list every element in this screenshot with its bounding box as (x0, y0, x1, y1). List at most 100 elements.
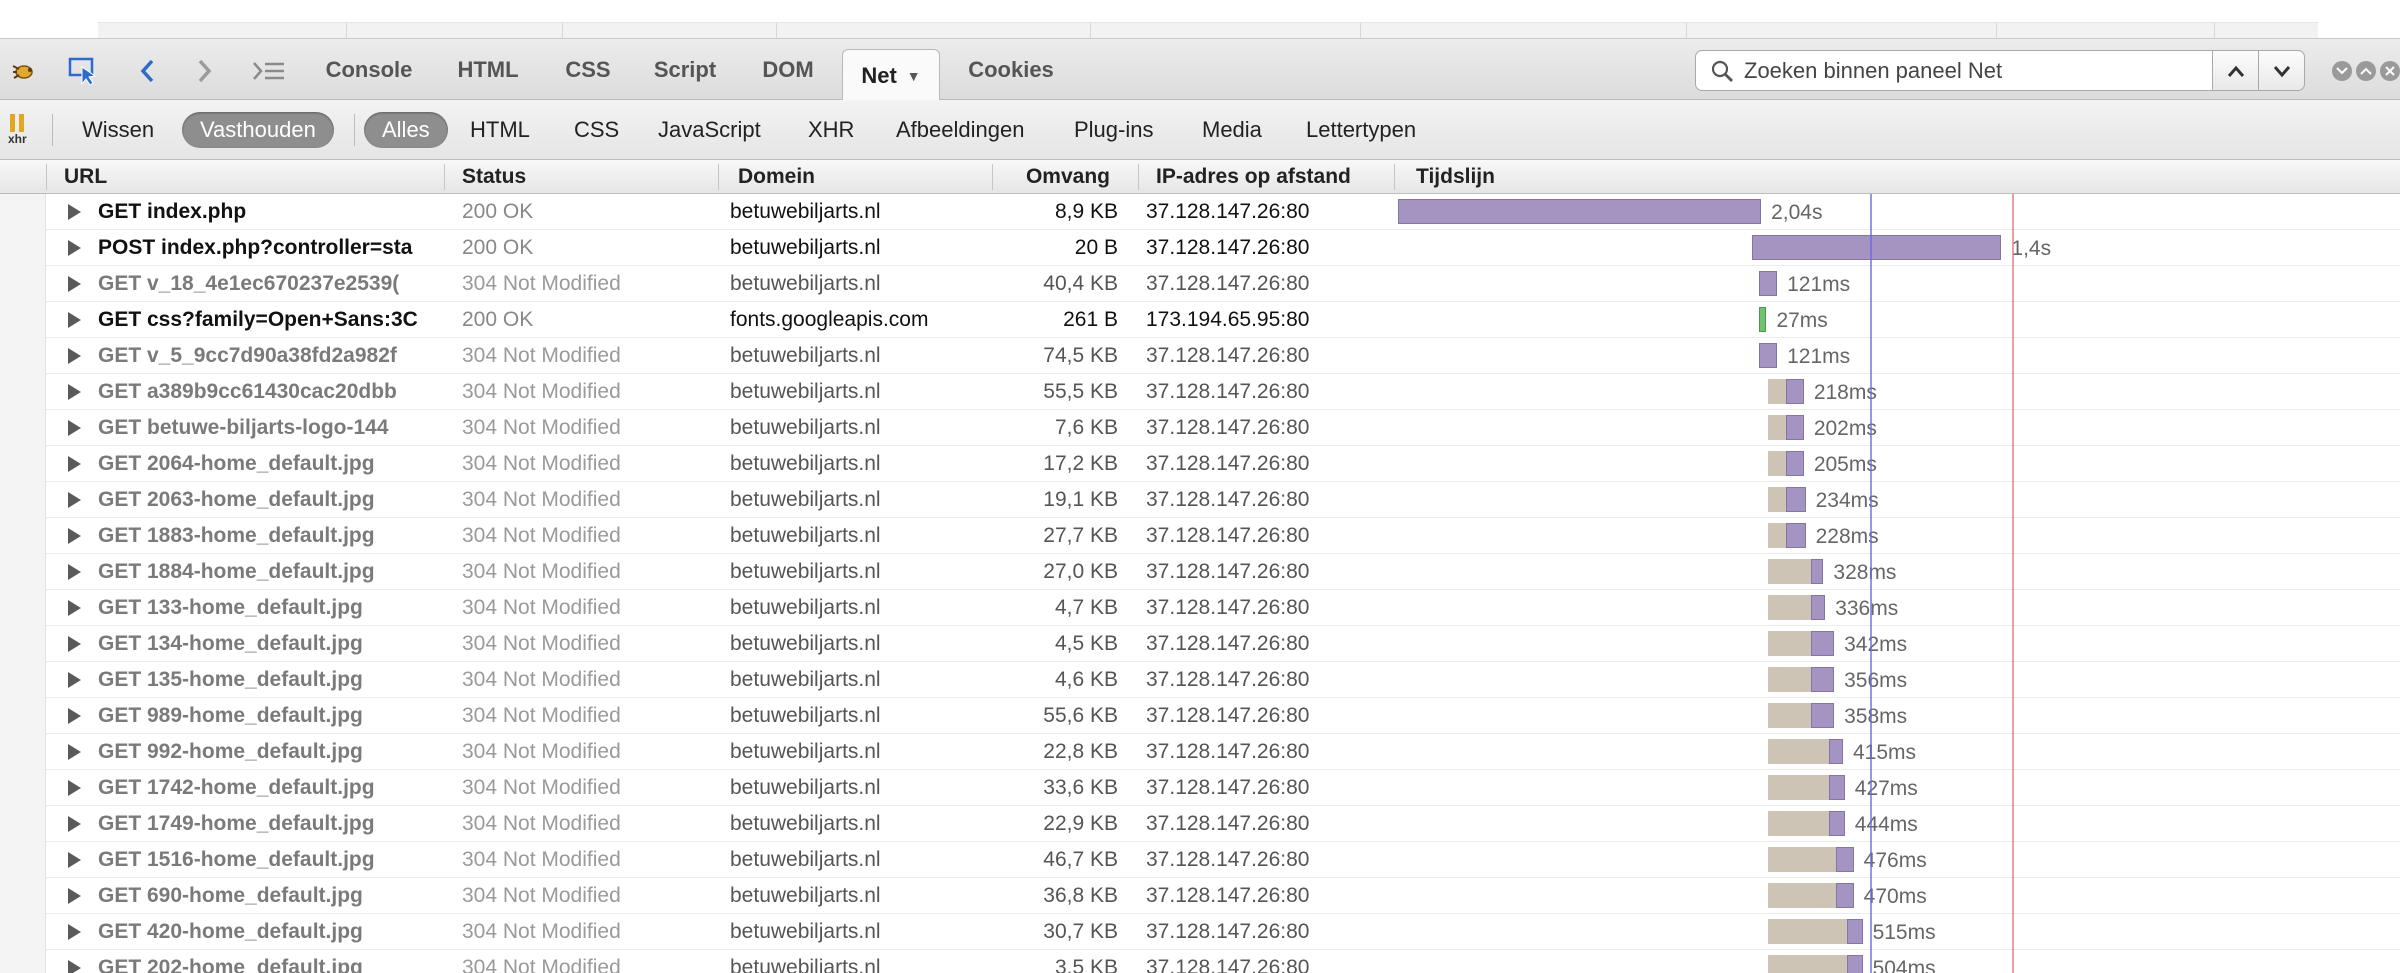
column-remote-ip[interactable]: IP-adres op afstand (1156, 160, 1388, 193)
timeline-bar[interactable] (1835, 883, 1854, 908)
timeline-bar[interactable] (1759, 271, 1778, 296)
search-input[interactable] (1742, 56, 2186, 85)
filter-plugins[interactable]: Plug-ins (1056, 112, 1171, 148)
expand-triangle-icon[interactable] (68, 204, 81, 220)
column-size[interactable]: Omvang (992, 160, 1110, 193)
search-previous-button[interactable] (2212, 50, 2259, 91)
timeline-bar[interactable] (1828, 811, 1845, 836)
expand-triangle-icon[interactable] (68, 852, 81, 868)
timeline-bar[interactable] (1828, 775, 1845, 800)
expand-triangle-icon[interactable] (68, 564, 81, 580)
expand-triangle-icon[interactable] (68, 420, 81, 436)
clear-button[interactable]: Wissen (64, 112, 172, 148)
minimize-panel-button[interactable] (2332, 61, 2352, 81)
timeline-bar[interactable] (1752, 235, 2002, 260)
expand-triangle-icon[interactable] (68, 456, 81, 472)
firebug-bug-icon[interactable] (8, 57, 38, 85)
request-row[interactable]: GET 1516-home_default.jpg 304 Not Modifie… (0, 842, 2400, 878)
request-row[interactable]: GET 134-home_default.jpg 304 Not Modified… (0, 626, 2400, 662)
tab-dom[interactable]: DOM (746, 39, 830, 100)
timeline-bar[interactable] (1786, 415, 1804, 440)
expand-triangle-icon[interactable] (68, 744, 81, 760)
expand-triangle-icon[interactable] (68, 312, 81, 328)
request-row[interactable]: GET 202-home_default.jpg 304 Not Modified… (0, 950, 2400, 973)
request-row[interactable]: GET 1749-home_default.jpg 304 Not Modifie… (0, 806, 2400, 842)
tab-css[interactable]: CSS (548, 39, 628, 100)
tab-console[interactable]: Console (312, 39, 426, 100)
timeline-bar[interactable] (1810, 703, 1835, 728)
column-timeline[interactable]: Tijdslijn (1416, 160, 1616, 193)
tab-net[interactable]: Net ▼ (842, 49, 940, 101)
filter-css[interactable]: CSS (556, 112, 637, 148)
filter-media[interactable]: Media (1184, 112, 1280, 148)
timeline-bar[interactable] (1846, 955, 1863, 973)
request-row[interactable]: GET index.php 200 OK betuwebiljarts.nl 8,9 … (0, 194, 2400, 230)
expand-triangle-icon[interactable] (68, 492, 81, 508)
timeline-bar[interactable] (1759, 343, 1778, 368)
request-row[interactable]: GET 135-home_default.jpg 304 Not Modified… (0, 662, 2400, 698)
timeline-bar[interactable] (1786, 523, 1806, 548)
request-row[interactable]: GET 1883-home_default.jpg 304 Not Modifie… (0, 518, 2400, 554)
expand-triangle-icon[interactable] (68, 384, 81, 400)
request-row[interactable]: GET 690-home_default.jpg 304 Not Modified… (0, 878, 2400, 914)
expand-triangle-icon[interactable] (68, 636, 81, 652)
timeline-bar[interactable] (1398, 199, 1762, 224)
timeline-bar[interactable] (1786, 487, 1806, 512)
request-row[interactable]: GET betuwe-biljarts-logo-144 304 Not Modi… (0, 410, 2400, 446)
request-row[interactable]: GET v_18_4e1ec670237e2539(304 Not Modifi… (0, 266, 2400, 302)
command-line-icon[interactable] (252, 57, 286, 85)
expand-triangle-icon[interactable] (68, 276, 81, 292)
filter-fonts[interactable]: Lettertypen (1288, 112, 1434, 148)
request-row[interactable]: GET 992-home_default.jpg 304 Not Modified… (0, 734, 2400, 770)
filter-all[interactable]: Alles (364, 112, 448, 148)
column-url[interactable]: URL (64, 160, 444, 193)
filter-html[interactable]: HTML (452, 112, 548, 148)
timeline-bar[interactable] (1810, 631, 1835, 656)
request-row[interactable]: GET 420-home_default.jpg 304 Not Modified… (0, 914, 2400, 950)
request-row[interactable]: GET v_5_9cc7d90a38fd2a982f 304 Not Modifi… (0, 338, 2400, 374)
forward-arrow-icon[interactable] (190, 57, 220, 85)
expand-triangle-icon[interactable] (68, 600, 81, 616)
request-row[interactable]: GET css?family=Open+Sans:3C 200 OK fonts.g… (0, 302, 2400, 338)
expand-triangle-icon[interactable] (68, 816, 81, 832)
request-row[interactable]: GET 1742-home_default.jpg 304 Not Modifie… (0, 770, 2400, 806)
xhr-breakpoint-icon[interactable]: xhr (8, 114, 38, 148)
request-row[interactable]: GET 133-home_default.jpg 304 Not Modified… (0, 590, 2400, 626)
inspect-element-icon[interactable] (68, 57, 98, 85)
timeline-bar[interactable] (1835, 847, 1854, 872)
request-row[interactable]: GET 1884-home_default.jpg 304 Not Modifie… (0, 554, 2400, 590)
expand-triangle-icon[interactable] (68, 528, 81, 544)
search-next-button[interactable] (2258, 50, 2305, 91)
expand-triangle-icon[interactable] (68, 240, 81, 256)
timeline-bar[interactable] (1846, 919, 1863, 944)
close-panel-button[interactable] (2380, 61, 2400, 81)
chevron-down-icon[interactable]: ▼ (907, 68, 921, 84)
timeline-bar[interactable] (1828, 739, 1843, 764)
timeline-bar[interactable] (1759, 307, 1767, 332)
tab-html[interactable]: HTML (440, 39, 536, 100)
tab-cookies[interactable]: Cookies (956, 39, 1066, 100)
request-row[interactable]: POST index.php?controller=sta 200 OK betuw… (0, 230, 2400, 266)
tab-script[interactable]: Script (640, 39, 730, 100)
expand-triangle-icon[interactable] (68, 780, 81, 796)
timeline-bar[interactable] (1810, 667, 1835, 692)
timeline-bar[interactable] (1810, 595, 1826, 620)
column-domain[interactable]: Domein (738, 160, 988, 193)
expand-triangle-icon[interactable] (68, 708, 81, 724)
expand-triangle-icon[interactable] (68, 672, 81, 688)
filter-images[interactable]: Afbeeldingen (878, 112, 1042, 148)
request-row[interactable]: GET a389b9cc61430cac20dbb 304 Not Modifie… (0, 374, 2400, 410)
expand-triangle-icon[interactable] (68, 924, 81, 940)
timeline-bar[interactable] (1786, 451, 1804, 476)
expand-triangle-icon[interactable] (68, 888, 81, 904)
timeline-bar[interactable] (1786, 379, 1804, 404)
filter-xhr[interactable]: XHR (790, 112, 872, 148)
filter-javascript[interactable]: JavaScript (640, 112, 779, 148)
expand-triangle-icon[interactable] (68, 960, 81, 973)
request-row[interactable]: GET 2064-home_default.jpg 304 Not Modifie… (0, 446, 2400, 482)
back-arrow-icon[interactable] (132, 57, 162, 85)
request-row[interactable]: GET 989-home_default.jpg 304 Not Modified… (0, 698, 2400, 734)
expand-triangle-icon[interactable] (68, 348, 81, 364)
request-row[interactable]: GET 2063-home_default.jpg 304 Not Modifie… (0, 482, 2400, 518)
detach-panel-button[interactable] (2356, 61, 2376, 81)
